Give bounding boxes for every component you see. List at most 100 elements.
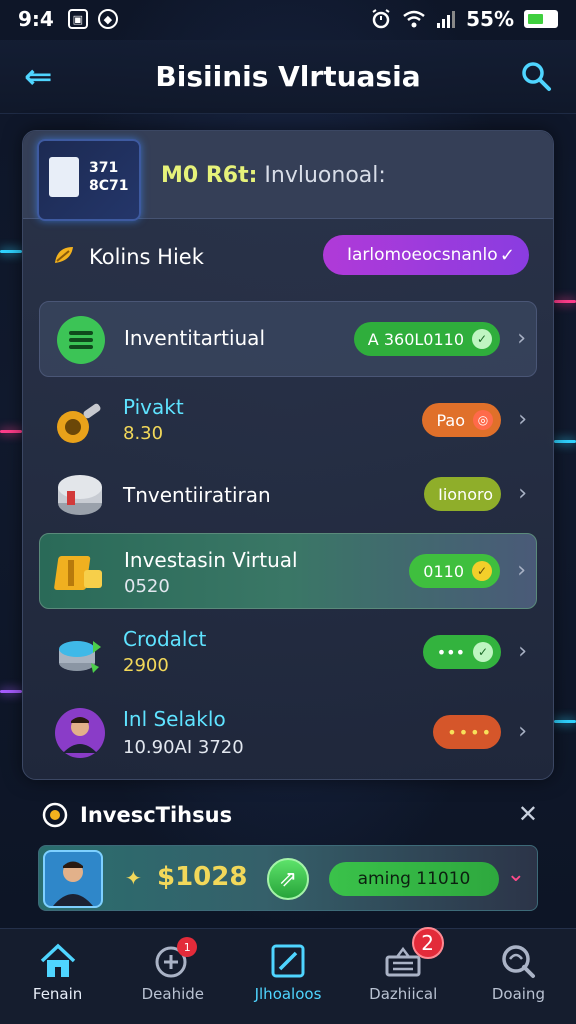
tab-label: Fenain: [32, 985, 83, 1003]
card-header: 371 8C71 M0 R6t: Invluonoal:: [23, 131, 553, 221]
tab-label: Doaing: [491, 985, 545, 1003]
chevron-right-icon: ›: [518, 719, 527, 744]
chevron-right-icon: ›: [517, 558, 526, 583]
list-item-selected[interactable]: Investasin Virtual 0520 0110 ✓ ›: [39, 533, 537, 609]
user-avatar-icon: [55, 708, 105, 758]
badge-text: A 360L0110: [367, 329, 464, 349]
business-logo: 371 8C71: [37, 139, 141, 221]
signal-icon: [437, 11, 456, 28]
coin-stack-icon: [59, 641, 101, 673]
tab-home[interactable]: Fenain: [0, 929, 115, 1024]
tab-search[interactable]: Doaing: [461, 929, 576, 1024]
chevron-down-icon[interactable]: ⌄: [507, 862, 525, 887]
battery-percent: 55%: [466, 7, 514, 31]
tab-label: Jlhoaloos: [254, 985, 322, 1003]
photo-icon: ▣: [67, 9, 88, 29]
gold-bars-icon: [54, 556, 102, 590]
list-item[interactable]: Pivakt 8.30 Pao ◎ ›: [39, 383, 537, 459]
notification-dot: 1: [177, 937, 198, 957]
battery-icon: [524, 10, 558, 28]
close-icon[interactable]: ✕: [518, 800, 538, 828]
gold-leaf-icon: [55, 247, 73, 263]
item-name: Inventitartiual: [124, 326, 265, 350]
page-title: Bisiinis Vlrtuasia: [155, 60, 421, 93]
item-name: Crodalct: [123, 627, 207, 651]
neon-light: [0, 250, 22, 253]
wifi-icon: [403, 10, 425, 28]
app-header: ⇐ Bisiinis Vlrtuasia: [0, 40, 576, 114]
search-icon[interactable]: [520, 60, 552, 92]
search-circle-icon: [502, 945, 536, 978]
investment-price: $1028: [157, 862, 248, 892]
neon-light: [0, 690, 22, 693]
status-badge[interactable]: Pao ◎: [422, 403, 501, 437]
status-time: 9:4: [18, 7, 54, 31]
tab-label: Deahide: [141, 985, 204, 1003]
investment-status[interactable]: aming 11010: [329, 862, 499, 896]
bottom-nav: Fenain 1 Deahide Jlhoaloos 2 Dazhiical D…: [0, 927, 576, 1024]
item-value: 2900: [123, 655, 169, 676]
item-name: Tnventiiratiran: [123, 483, 271, 507]
hard-drive-icon: [58, 475, 102, 515]
neon-light: [554, 300, 576, 303]
back-arrow-icon[interactable]: ⇐: [24, 58, 68, 96]
item-name: Pivakt: [123, 395, 184, 419]
item-value: 10.90AI 3720: [123, 737, 244, 758]
person-icon: [53, 861, 93, 906]
chevron-right-icon: ›: [518, 407, 527, 432]
tab-edit[interactable]: Jlhoaloos: [230, 929, 345, 1024]
notification-badge: 2: [411, 927, 444, 959]
check-icon: ✓: [472, 561, 492, 581]
section-header: Kolins Hiek Iarlomoeocsnanlo ✓: [23, 235, 553, 279]
neon-light: [0, 430, 22, 433]
tab-inbox[interactable]: 2 Dazhiical: [346, 927, 461, 1024]
neon-light: [554, 720, 576, 723]
status-badge[interactable]: ••• ✓: [422, 635, 501, 669]
badge-text: •••: [436, 642, 465, 662]
target-icon: [42, 802, 68, 828]
card-subtitle: M0 R6t: Invluonoal:: [161, 163, 386, 188]
neon-light: [554, 440, 576, 443]
battery-fill: [528, 14, 544, 24]
item-value: 8.30: [123, 423, 164, 444]
tab-dashboard[interactable]: 1 Deahide: [115, 929, 230, 1024]
item-value: 0520: [124, 576, 170, 597]
badge-text: Pao: [436, 410, 465, 430]
list-item[interactable]: Crodalct 2900 ••• ✓ ›: [39, 615, 537, 691]
gold-key-icon: [57, 403, 101, 443]
chevron-right-icon: ›: [518, 639, 527, 664]
dropdown-value: Iarlomoeocsnanlo: [347, 245, 498, 265]
subtitle-accent: M0 R6t:: [161, 163, 258, 188]
badge-text: 0110: [423, 561, 464, 581]
investments-section-title: InvescTihsus: [42, 802, 232, 828]
status-badge[interactable]: ••••: [433, 715, 501, 749]
alert-icon: ◎: [473, 410, 493, 430]
item-name: Investasin Virtual: [124, 548, 298, 572]
list-item[interactable]: Inl Selaklo 10.90AI 3720 •••• ›: [39, 695, 537, 771]
list-item[interactable]: Inventitartiual A 360L0110 ✓ ›: [39, 301, 537, 377]
investment-item[interactable]: ✦ $1028 ⇗ aming 11010 ⌄: [38, 845, 538, 911]
building-icon: [49, 157, 79, 197]
tab-label: Dazhiical: [369, 985, 438, 1003]
status-bar: 9:4 ▣ ◆ 55%: [0, 0, 576, 38]
go-button[interactable]: ⇗: [267, 858, 309, 900]
list-item[interactable]: Tnventiiratiran Iionoro ›: [39, 457, 537, 533]
home-icon: [40, 943, 75, 977]
subtitle-rest: Invluonoal:: [264, 163, 386, 188]
category-dropdown[interactable]: Iarlomoeocsnanlo ✓: [323, 235, 529, 275]
menu-coin-icon: [57, 316, 105, 364]
business-card: 371 8C71 M0 R6t: Invluonoal: Kolins Hiek…: [22, 130, 554, 780]
badge-text: Iionoro: [438, 484, 493, 504]
shield-icon: ◆: [97, 9, 118, 29]
status-badge[interactable]: A 360L0110 ✓: [353, 322, 500, 356]
chevron-right-icon: ›: [518, 481, 527, 506]
section-title-text: InvescTihsus: [80, 803, 233, 827]
sparkle-icon: ✦: [125, 866, 142, 890]
status-badge[interactable]: 0110 ✓: [409, 554, 500, 588]
logo-text: 371 8C71: [89, 160, 129, 194]
section-label: Kolins Hiek: [89, 245, 204, 269]
status-badge[interactable]: Iionoro: [424, 477, 501, 511]
check-icon: ✓: [472, 329, 492, 349]
avatar: [43, 850, 103, 908]
edit-square-icon: [271, 944, 305, 978]
